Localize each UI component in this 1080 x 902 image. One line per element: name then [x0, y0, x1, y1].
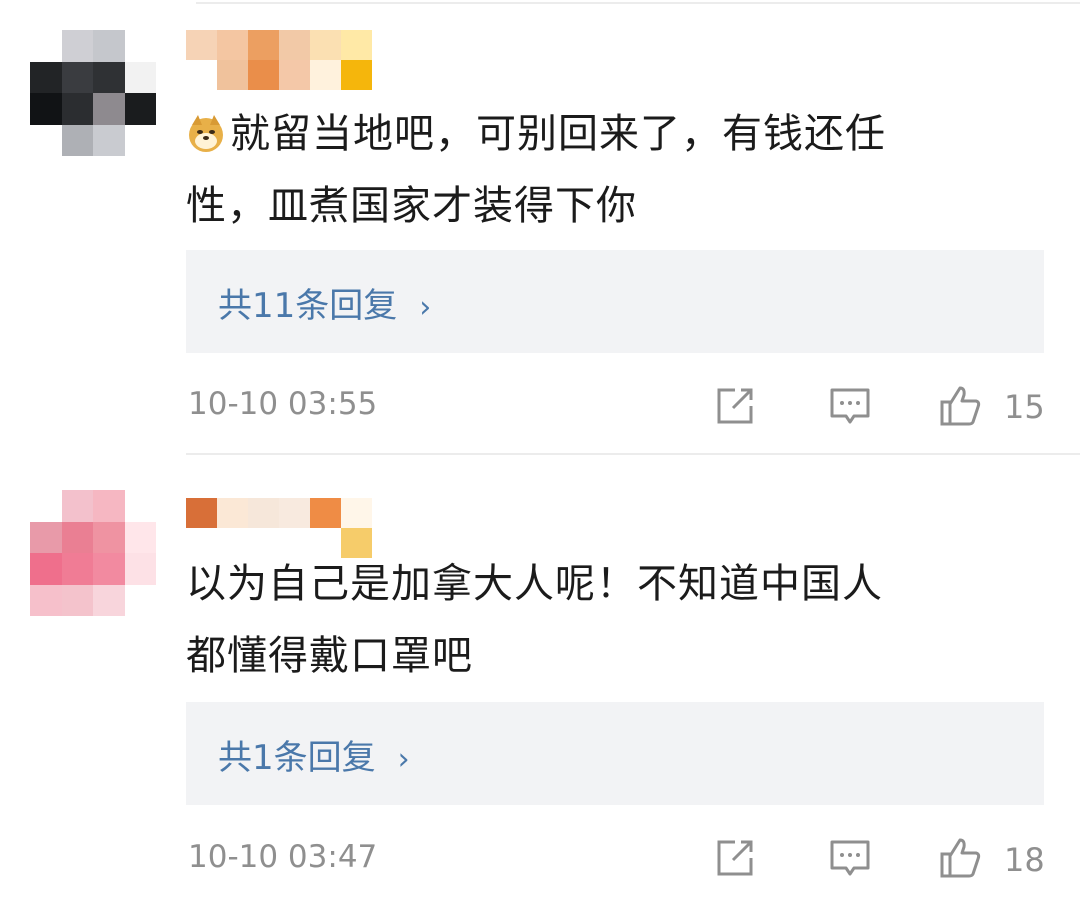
- avatar-pixel: [124, 521, 156, 553]
- comment-timestamp: 10-10 03:55: [188, 386, 378, 422]
- comment-text-line2: 都懂得戴口罩吧: [186, 633, 473, 679]
- share-icon[interactable]: [713, 836, 757, 880]
- comment-text-line1: 以为自己是加拿大人呢！不知道中国人: [186, 561, 883, 607]
- replies-label-wrap: 共1条回复 ›: [218, 730, 410, 779]
- avatar-pixel: [124, 124, 156, 156]
- comment-item: 就留当地吧，可别回来了，有钱还任 性，皿煮国家才装得下你 共11条回复 › 10-…: [0, 0, 1080, 450]
- like-icon[interactable]: [938, 384, 982, 428]
- username-pixel: [341, 60, 372, 90]
- username-pixel: [186, 498, 217, 528]
- avatar-pixel: [30, 124, 62, 156]
- username-pixel: [186, 60, 217, 90]
- username-pixel: [341, 30, 372, 60]
- comment-timestamp: 10-10 03:47: [188, 839, 378, 875]
- avatar-pixel: [93, 584, 125, 616]
- avatar-pixel: [30, 61, 62, 93]
- replies-count-label: 共11条回复: [218, 286, 398, 326]
- replies-label-wrap: 共11条回复 ›: [218, 278, 431, 327]
- comment-text-line1: 就留当地吧，可别回来了，有钱还任: [230, 111, 886, 157]
- avatar-pixel: [124, 584, 156, 616]
- username-pixelated[interactable]: [186, 30, 446, 90]
- username-pixel: [279, 60, 310, 90]
- username-pixel: [279, 498, 310, 528]
- avatar-pixel: [124, 553, 156, 585]
- comment-item: 以为自己是加拿大人呢！不知道中国人 都懂得戴口罩吧 共1条回复 › 10-10 0…: [0, 452, 1080, 902]
- avatar-pixel: [61, 584, 93, 616]
- avatar-pixel: [30, 584, 62, 616]
- avatar-pixel: [61, 553, 93, 585]
- avatar[interactable]: [30, 30, 156, 156]
- avatar-pixel: [93, 124, 125, 156]
- username-pixel: [248, 30, 279, 60]
- avatar-pixel: [124, 61, 156, 93]
- reply-icon[interactable]: [828, 836, 872, 880]
- username-pixel: [186, 30, 217, 60]
- avatar-pixel: [124, 30, 156, 62]
- avatar-pixel: [61, 124, 93, 156]
- chevron-right-icon: ›: [397, 742, 410, 777]
- reply-icon[interactable]: [828, 384, 872, 428]
- avatar-pixel: [61, 93, 93, 125]
- chevron-right-icon: ›: [419, 290, 432, 325]
- username-pixel: [310, 60, 341, 90]
- like-count: 15: [1004, 388, 1045, 426]
- replies-count-label: 共1条回复: [218, 738, 376, 778]
- avatar-pixel: [93, 61, 125, 93]
- avatar-pixel: [61, 521, 93, 553]
- avatar-pixel: [30, 30, 62, 62]
- avatar[interactable]: [30, 490, 156, 616]
- view-replies-button[interactable]: 共11条回复 ›: [186, 250, 1044, 353]
- avatar-pixel: [61, 30, 93, 62]
- avatar-pixel: [124, 490, 156, 522]
- username-pixel: [341, 498, 372, 528]
- username-pixel: [310, 498, 341, 528]
- avatar-pixel: [93, 490, 125, 522]
- like-icon[interactable]: [938, 836, 982, 880]
- share-icon[interactable]: [713, 384, 757, 428]
- username-pixel: [217, 30, 248, 60]
- avatar-pixel: [93, 521, 125, 553]
- username-pixel: [310, 30, 341, 60]
- doge-emoji-icon: [189, 115, 223, 152]
- avatar-pixel: [30, 93, 62, 125]
- avatar-pixel: [93, 30, 125, 62]
- avatar-pixel: [30, 553, 62, 585]
- avatar-pixel: [30, 490, 62, 522]
- username-pixel: [248, 60, 279, 90]
- comment-text: 就留当地吧，可别回来了，有钱还任 性，皿煮国家才装得下你: [186, 98, 1016, 242]
- avatar-pixel: [93, 553, 125, 585]
- like-count: 18: [1004, 841, 1045, 879]
- comment-text: 以为自己是加拿大人呢！不知道中国人 都懂得戴口罩吧: [186, 548, 1016, 692]
- view-replies-button[interactable]: 共1条回复 ›: [186, 702, 1044, 805]
- username-pixel: [217, 498, 248, 528]
- comment-text-line2: 性，皿煮国家才装得下你: [186, 183, 637, 229]
- avatar-pixel: [93, 93, 125, 125]
- avatar-pixel: [124, 93, 156, 125]
- username-pixel: [217, 60, 248, 90]
- avatar-pixel: [61, 61, 93, 93]
- username-pixel: [279, 30, 310, 60]
- avatar-pixel: [61, 490, 93, 522]
- username-pixel: [248, 498, 279, 528]
- avatar-pixel: [30, 521, 62, 553]
